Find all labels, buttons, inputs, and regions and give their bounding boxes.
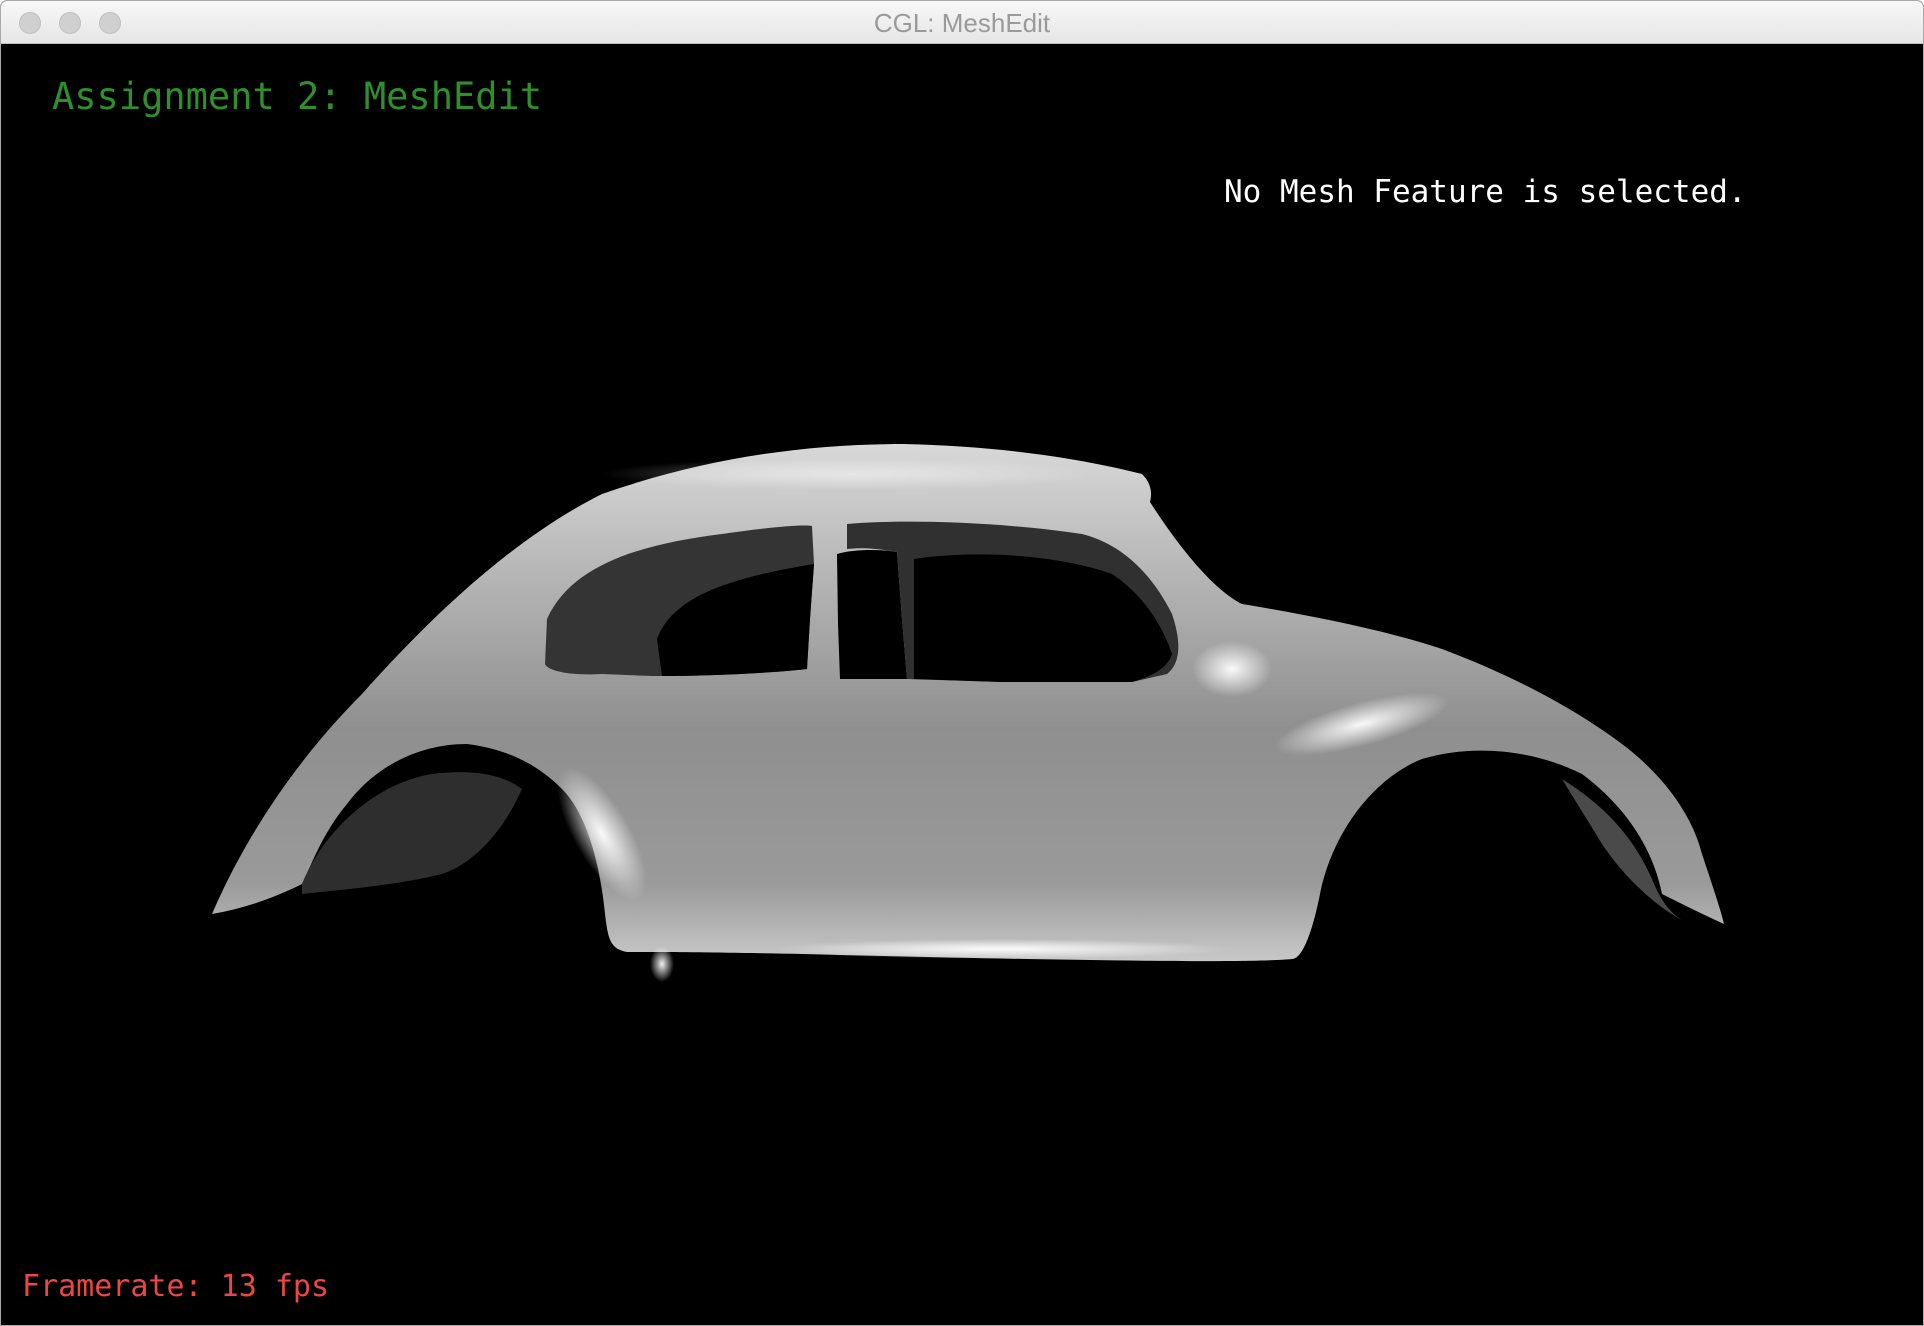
rocker-highlight	[772, 939, 1232, 959]
door-rear-highlight	[1192, 641, 1272, 697]
app-window: CGL: MeshEdit Assignment 2: MeshEdit No …	[0, 0, 1924, 1326]
window-title: CGL: MeshEdit	[873, 8, 1051, 38]
car-body-shell[interactable]	[212, 444, 1724, 962]
mesh-viewport[interactable]: Assignment 2: MeshEdit No Mesh Feature i…	[2, 44, 1922, 1325]
title-bar[interactable]: CGL: MeshEdit	[1, 1, 1923, 44]
car-mesh-render[interactable]	[2, 44, 1922, 1325]
framerate-readout: Framerate: 13 fps	[22, 1269, 330, 1304]
roof-highlight	[602, 458, 1102, 490]
selection-status-text: No Mesh Feature is selected.	[1224, 174, 1747, 210]
lower-sill-highlight	[650, 946, 674, 982]
assignment-title: Assignment 2: MeshEdit	[52, 75, 543, 118]
b-pillar-gap	[837, 549, 907, 679]
